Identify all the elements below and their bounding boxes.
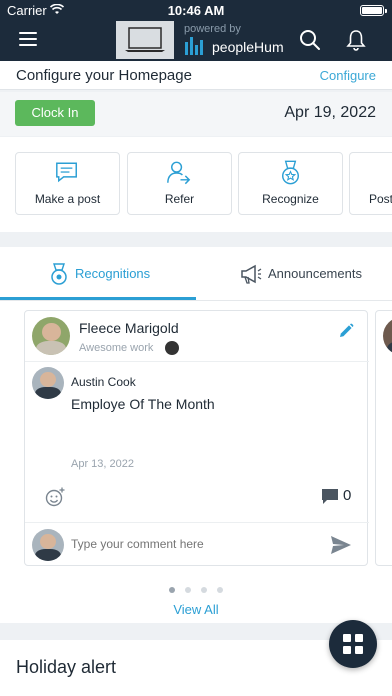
add-reaction-icon[interactable] [45,487,65,507]
brand-name: peopleHum [212,39,284,55]
view-all-link[interactable]: View All [0,602,392,617]
refer-card[interactable]: Refer [127,152,232,215]
recognition-card[interactable]: Fleece Marigold Awesome work Austin Cook… [24,310,369,566]
peoplehum-logo-icon [185,37,203,55]
card-divider [25,522,369,523]
pagination-dot[interactable] [201,587,207,593]
grid-icon [343,634,351,642]
configure-title: Configure your Homepage [16,67,192,84]
grid-icon [355,634,363,642]
carousel-pagination [0,580,392,593]
comment-input[interactable] [71,537,311,551]
card-divider [25,361,369,362]
clock-time: 10:46 AM [167,3,225,18]
post-title: Employe Of The Month [71,396,215,412]
make-post-card[interactable]: Make a post [15,152,120,215]
comment-icon[interactable] [321,488,339,505]
tab-recognitions[interactable]: Recognitions [0,247,196,301]
edit-icon[interactable] [338,323,354,339]
recipient-name: Fleece Marigold [79,320,179,336]
post-card[interactable]: Post [349,152,392,215]
laptop-icon [125,27,165,52]
pagination-dot[interactable] [169,587,175,593]
pagination-dot[interactable] [185,587,191,593]
active-tab-indicator [0,297,196,300]
current-date: Apr 19, 2022 [284,104,376,121]
author-avatar [32,367,64,399]
clock-in-button[interactable]: Clock In [15,100,95,126]
medal-icon [281,160,300,185]
attendance-bar: Clock In Apr 19, 2022 [0,92,392,136]
badge-label: Awesome work [79,342,154,354]
configure-bar: Configure your Homepage Configure [0,61,392,90]
make-post-label: Make a post [34,192,101,206]
feed-tabs: Recognitions Announcements [0,247,392,301]
send-icon[interactable] [330,535,352,555]
chat-icon [56,162,77,183]
medal-icon [51,263,67,285]
search-icon[interactable] [299,29,321,51]
author-name: Austin Cook [71,375,136,389]
current-user-avatar [32,529,64,561]
configure-link[interactable]: Configure [320,68,376,83]
grid-icon [343,646,351,654]
battery-icon [360,5,387,16]
tab-recognitions-label: Recognitions [75,266,151,281]
app-header: powered by peopleHum [0,20,392,61]
bell-icon[interactable] [346,29,366,51]
company-logo [116,21,174,59]
recognize-card[interactable]: Recognize [238,152,343,215]
badge-icon [165,341,179,355]
apps-grid-button[interactable] [329,620,377,668]
post-label: Post [369,192,392,206]
pagination-dot[interactable] [217,587,223,593]
megaphone-icon [241,264,262,284]
grid-icon [355,646,363,654]
tab-announcements[interactable]: Announcements [196,247,392,301]
refer-user-icon [167,161,191,185]
holiday-alert-title: Holiday alert [16,657,117,677]
recognize-label: Recognize [262,192,319,206]
recipient-avatar [32,317,70,355]
next-recognition-card[interactable] [375,310,392,566]
refer-label: Refer [164,192,195,206]
post-date: Apr 13, 2022 [71,458,134,470]
quick-actions: Make a post Refer Recognize Post [0,137,392,232]
menu-icon[interactable] [19,32,37,46]
comment-count: 0 [343,487,352,504]
powered-by-label: powered by [184,23,241,35]
status-bar: Carrier 10:46 AM [0,0,392,20]
recognition-feed: Fleece Marigold Awesome work Austin Cook… [0,301,392,623]
tab-announcements-label: Announcements [268,266,362,281]
next-card-avatar [383,317,392,355]
